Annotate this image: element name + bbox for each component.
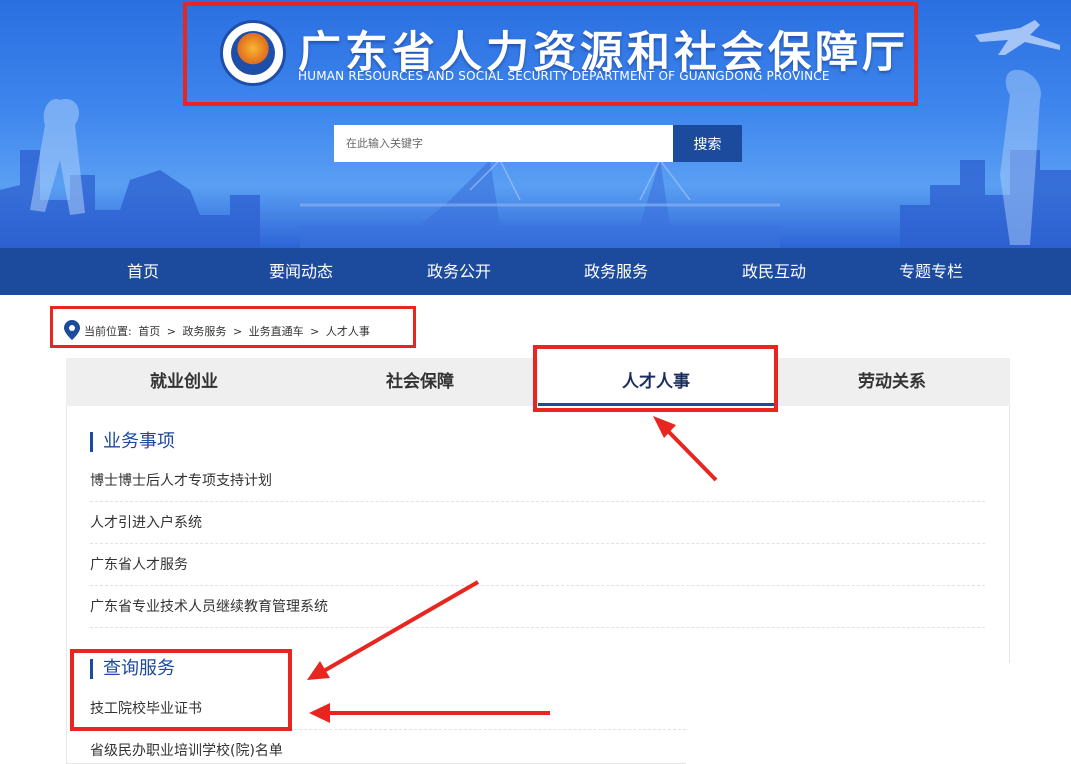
annotation-box-query (70, 649, 292, 731)
nav-item-gov-open[interactable]: 政务公开 (399, 248, 519, 295)
list-item[interactable]: 博士博士后人才专项支持计划 (90, 460, 985, 502)
nav-item-news[interactable]: 要闻动态 (241, 248, 361, 295)
page-root: 广东省人力资源和社会保障厅 HUMAN RESOURCES AND SOCIAL… (0, 0, 1071, 764)
blank-area (686, 663, 1071, 764)
tab-labor-relations[interactable]: 劳动关系 (774, 358, 1010, 406)
nav-item-gov-service[interactable]: 政务服务 (556, 248, 676, 295)
nav-item-interaction[interactable]: 政民互动 (714, 248, 834, 295)
annotation-box-breadcrumb (50, 306, 416, 348)
section-title-business: 业务事项 (90, 432, 175, 452)
search-input[interactable] (334, 125, 673, 162)
list-item[interactable]: 人才引进入户系统 (90, 502, 985, 544)
nav-item-topics[interactable]: 专题专栏 (871, 248, 991, 295)
list-item[interactable]: 广东省人才服务 (90, 544, 985, 586)
nav-item-home[interactable]: 首页 (83, 248, 203, 295)
tab-employment[interactable]: 就业创业 (66, 358, 302, 406)
annotation-box-title (183, 2, 918, 106)
list-item[interactable]: 广东省专业技术人员继续教育管理系统 (90, 586, 985, 628)
list-item[interactable]: 省级民办职业培训学校(院)名单 (90, 730, 686, 764)
annotation-box-active-tab (533, 345, 778, 412)
search-button[interactable]: 搜索 (673, 125, 742, 162)
tab-social-security[interactable]: 社会保障 (302, 358, 538, 406)
main-nav: 首页 要闻动态 政务公开 政务服务 政民互动 专题专栏 (0, 248, 1071, 295)
